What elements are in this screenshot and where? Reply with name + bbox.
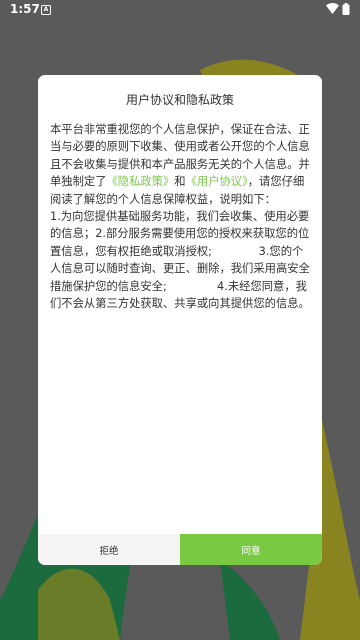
body-text-part2: ，请您仔细阅读了解您的个人信息保障权益，说明如下： 1.为向您提供基础服务功能，… xyxy=(50,175,310,311)
privacy-dialog: 用户协议和隐私政策 本平台非常重视您的个人信息保护，保证在合法、正当与必要的原则… xyxy=(38,75,322,565)
agree-button[interactable]: 同意 xyxy=(180,534,322,565)
dialog-body: 本平台非常重视您的个人信息保护，保证在合法、正当与必要的原则下收集、使用或者公开… xyxy=(50,121,312,521)
battery-icon xyxy=(342,3,350,15)
privacy-policy-link[interactable]: 《隐私政策》 xyxy=(107,175,175,188)
status-bar: 1:57 A xyxy=(0,0,360,20)
app-notification-icon: A xyxy=(41,5,51,15)
dialog-title: 用户协议和隐私政策 xyxy=(125,93,234,107)
status-time: 1:57 xyxy=(10,2,40,16)
body-text-and: 和 xyxy=(174,175,186,189)
user-agreement-link[interactable]: 《用户协议》 xyxy=(186,175,248,188)
reject-button[interactable]: 拒绝 xyxy=(38,534,180,565)
dialog-footer: 拒绝 同意 xyxy=(38,534,322,565)
wifi-icon xyxy=(326,3,339,14)
